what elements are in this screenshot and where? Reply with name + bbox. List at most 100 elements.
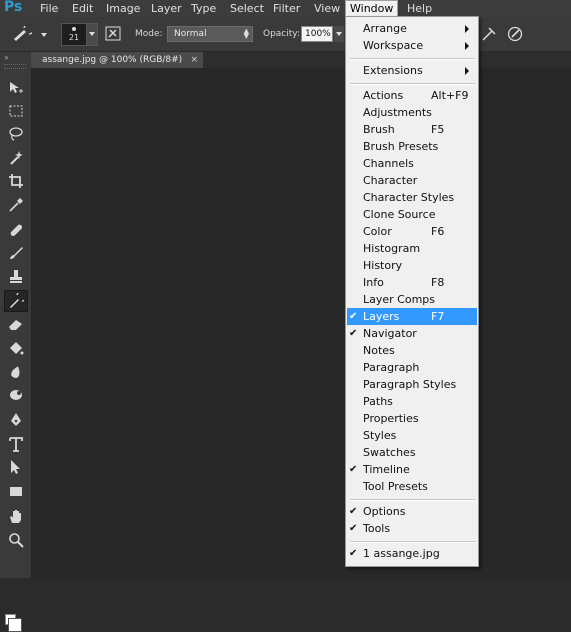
document-canvas[interactable]: [32, 68, 571, 578]
menu-item-tool-presets[interactable]: Tool Presets: [347, 478, 477, 495]
menu-item-extensions[interactable]: Extensions: [347, 62, 477, 79]
menu-filter[interactable]: Filter: [269, 1, 304, 17]
rectangle-tool[interactable]: [5, 481, 27, 501]
move-tool[interactable]: [5, 78, 27, 98]
menu-item-info[interactable]: Info F8: [347, 274, 477, 291]
menu-item-history[interactable]: History: [347, 257, 477, 274]
menu-item-actions[interactable]: Actions Alt+F9: [347, 87, 477, 104]
menu-layer[interactable]: Layer: [147, 1, 186, 17]
blur-tool[interactable]: [5, 362, 27, 382]
blend-mode-select[interactable]: Normal ▲ ▼: [167, 26, 253, 42]
crop-tool[interactable]: [5, 171, 27, 191]
menu-item-tools[interactable]: ✔ Tools: [347, 520, 477, 537]
menu-item-layers[interactable]: ✔ Layers F7: [347, 308, 477, 325]
menu-item-label: Tool Presets: [363, 480, 428, 493]
checkmark-icon: ✔: [349, 328, 358, 339]
menu-item-brush[interactable]: Brush F5: [347, 121, 477, 138]
brush-tool[interactable]: [5, 243, 27, 263]
rectangle-icon: [10, 487, 22, 496]
collapse-panel-icon[interactable]: »: [4, 53, 9, 62]
clone-stamp-tool[interactable]: [5, 267, 27, 287]
menu-item-color[interactable]: Color F6: [347, 223, 477, 240]
menu-item-navigator[interactable]: ✔ Navigator: [347, 325, 477, 342]
menu-item-character[interactable]: Character: [347, 172, 477, 189]
menu-item-label: Paragraph: [363, 361, 420, 374]
healing-brush-tool[interactable]: [5, 220, 27, 240]
magic-wand-tool[interactable]: [5, 148, 27, 168]
path-selection-tool[interactable]: [5, 457, 27, 477]
brush-preset-dropdown[interactable]: [86, 23, 98, 46]
toggle-brush-panel-button[interactable]: [105, 26, 121, 41]
options-bar: 21 Mode: Normal ▲ ▼ Opacity: 100%: [0, 17, 571, 52]
background-color-swatch[interactable]: [8, 618, 22, 632]
marquee-tool[interactable]: [5, 101, 27, 121]
menu-item-paths[interactable]: Paths: [347, 393, 477, 410]
menu-item-workspace[interactable]: Workspace: [347, 37, 477, 54]
menu-item-label: Character: [363, 174, 418, 187]
document-tab-title: assange.jpg @ 100% (RGB/8#): [42, 55, 183, 65]
history-brush-tool[interactable]: [4, 290, 28, 312]
menu-edit[interactable]: Edit: [68, 1, 97, 17]
menu-file[interactable]: File: [36, 1, 62, 17]
menu-item-1-assange-jpg[interactable]: ✔ 1 assange.jpg: [347, 545, 477, 562]
menu-item-properties[interactable]: Properties: [347, 410, 477, 427]
menu-item-adjustments[interactable]: Adjustments: [347, 104, 477, 121]
menu-item-swatches[interactable]: Swatches: [347, 444, 477, 461]
menu-item-brush-presets[interactable]: Brush Presets: [347, 138, 477, 155]
menu-type[interactable]: Type: [187, 1, 220, 17]
brush-icon: [10, 247, 23, 259]
tablet-pressure-icon: [507, 26, 523, 42]
menu-select[interactable]: Select: [226, 1, 268, 17]
submenu-arrow-icon: [465, 25, 469, 33]
document-tab[interactable]: assange.jpg @ 100% (RGB/8#) ×: [31, 52, 203, 68]
marquee-icon: [9, 105, 23, 117]
zoom-tool[interactable]: [5, 530, 27, 550]
tablet-pressure-button[interactable]: [506, 25, 524, 43]
lasso-icon: [9, 127, 23, 141]
menu-item-paragraph-styles[interactable]: Paragraph Styles: [347, 376, 477, 393]
up-down-arrows-icon: ▲ ▼: [243, 27, 249, 40]
chevron-down-icon: [336, 32, 342, 36]
hand-tool[interactable]: [5, 507, 27, 527]
checkmark-icon: ✔: [349, 506, 358, 517]
menu-item-layer-comps[interactable]: Layer Comps: [347, 291, 477, 308]
eraser-tool[interactable]: [5, 314, 27, 334]
opacity-slider-dropdown[interactable]: [334, 26, 344, 42]
blend-mode-value: Normal: [174, 29, 207, 39]
chevron-down-icon: [89, 32, 95, 36]
menu-item-label: Timeline: [363, 463, 410, 476]
pen-tool[interactable]: [5, 410, 27, 430]
menu-separator: [350, 58, 475, 60]
menu-item-channels[interactable]: Channels: [347, 155, 477, 172]
menu-separator: [350, 83, 475, 85]
menu-item-paragraph[interactable]: Paragraph: [347, 359, 477, 376]
checkmark-icon: ✔: [349, 548, 358, 559]
menu-item-styles[interactable]: Styles: [347, 427, 477, 444]
panel-grip[interactable]: [4, 64, 26, 69]
close-icon[interactable]: ×: [190, 52, 198, 68]
paint-bucket-tool[interactable]: [5, 338, 27, 358]
menu-item-clone-source[interactable]: Clone Source: [347, 206, 477, 223]
lasso-tool[interactable]: [5, 124, 27, 144]
brush-preset-picker[interactable]: 21: [61, 23, 87, 46]
menu-item-label: Workspace: [363, 39, 424, 52]
menu-item-arrange[interactable]: Arrange: [347, 20, 477, 37]
tool-preset-picker[interactable]: [12, 23, 47, 43]
menu-item-notes[interactable]: Notes: [347, 342, 477, 359]
dodge-tool[interactable]: [5, 385, 27, 405]
menu-item-label: Extensions: [363, 64, 423, 77]
menu-help[interactable]: Help: [403, 1, 436, 17]
opacity-input[interactable]: 100%: [301, 26, 333, 42]
menu-item-label: Paragraph Styles: [363, 378, 457, 391]
menu-view[interactable]: View: [310, 1, 344, 17]
menu-item-label: History: [363, 259, 403, 272]
airbrush-button[interactable]: [480, 25, 498, 43]
menu-item-options[interactable]: ✔ Options: [347, 503, 477, 520]
menu-item-label: Options: [363, 505, 406, 518]
menu-item-histogram[interactable]: Histogram: [347, 240, 477, 257]
menu-image[interactable]: Image: [102, 1, 144, 17]
menu-item-character-styles[interactable]: Character Styles: [347, 189, 477, 206]
type-tool[interactable]: [5, 434, 27, 454]
eyedropper-tool[interactable]: [5, 195, 27, 215]
menu-item-timeline[interactable]: ✔ Timeline: [347, 461, 477, 478]
